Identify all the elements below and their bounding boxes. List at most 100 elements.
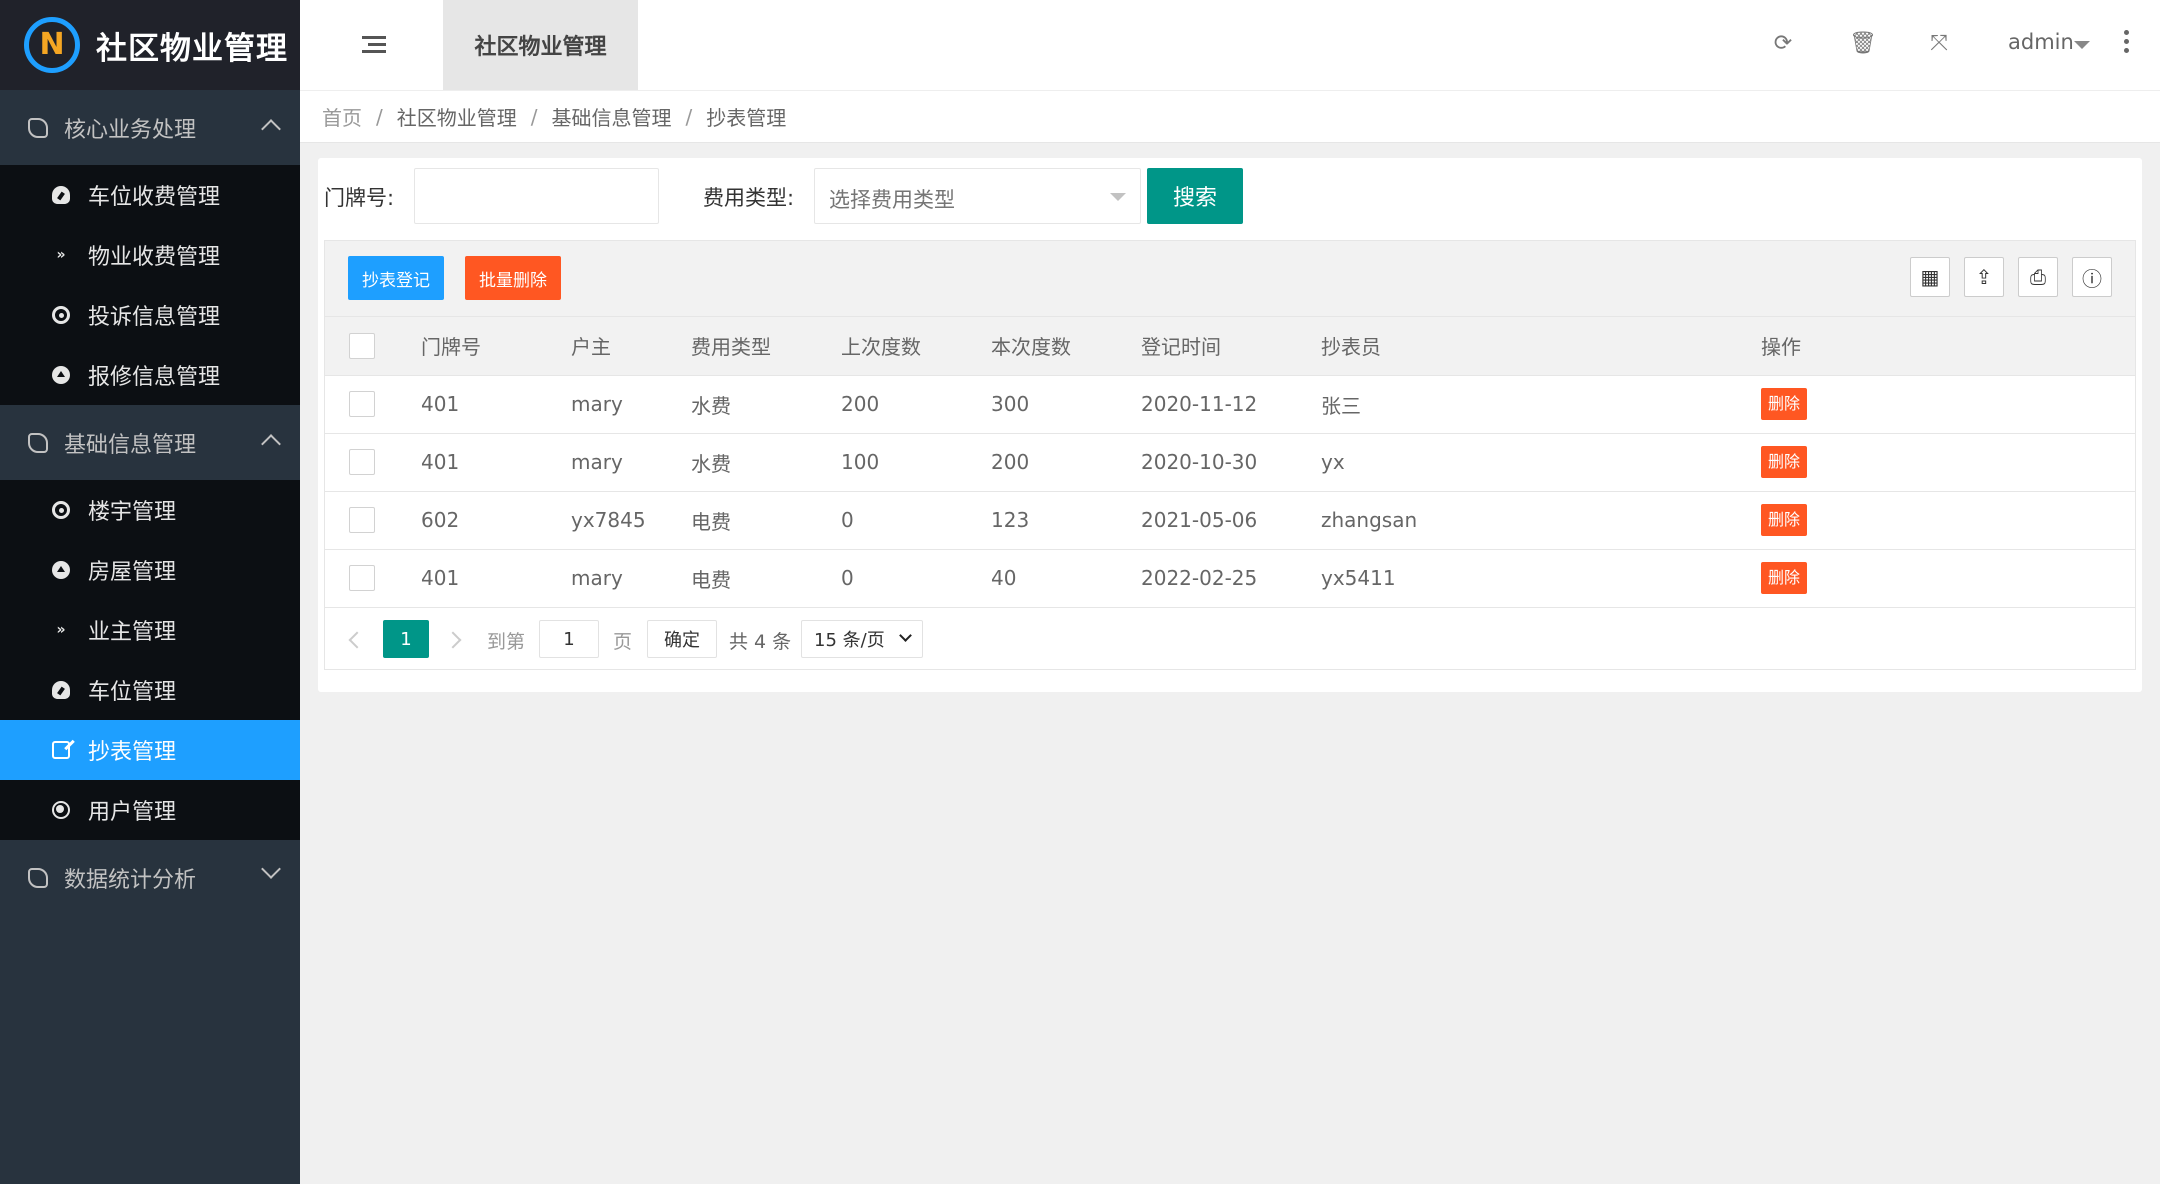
current-page[interactable]: 1 [383, 620, 429, 658]
register-button[interactable]: 抄表登记 [348, 256, 444, 300]
sidebar-item-buildings[interactable]: 楼宇管理 [0, 480, 300, 540]
tab-active[interactable]: 社区物业管理 [443, 0, 638, 90]
refresh-icon[interactable]: ⟳ [1771, 32, 1795, 56]
cell-door: 401 [421, 433, 571, 492]
cell-last: 0 [841, 549, 991, 608]
sidebar-item-meter-reading[interactable]: 抄表管理 [0, 720, 300, 780]
caret-down-icon[interactable] [2074, 41, 2090, 49]
goto-confirm-button[interactable]: 确定 [647, 620, 717, 658]
cell-reader: 张三 [1321, 375, 1761, 434]
nav-group-label: 数据统计分析 [64, 867, 197, 893]
row-checkbox[interactable] [349, 391, 375, 418]
sidebar-item-users[interactable]: 用户管理 [0, 780, 300, 840]
nav-sublist-core: 车位收费管理 » 物业收费管理 投诉信息管理 报修信息管理 [0, 165, 300, 405]
chevron-down-icon [899, 629, 912, 642]
user-menu[interactable]: admin [2008, 30, 2074, 54]
cell-current: 40 [991, 549, 1141, 608]
sidebar-item-repairs[interactable]: 报修信息管理 [0, 345, 300, 405]
edit-icon [52, 741, 70, 759]
cell-owner: mary [571, 549, 691, 608]
sidebar-item-label: 车位收费管理 [88, 185, 221, 210]
delete-button[interactable]: 删除 [1761, 562, 1808, 594]
search-button[interactable]: 搜索 [1147, 168, 1243, 224]
cell-date: 2021-05-06 [1141, 491, 1321, 550]
export-icon[interactable]: ⇪ [1964, 257, 2004, 297]
column-header[interactable]: 本次度数 [991, 317, 1141, 376]
page-size-select[interactable]: 15 条/页 [801, 620, 923, 658]
cell-last: 0 [841, 491, 991, 550]
page-unit-label: 页 [613, 631, 633, 653]
row-checkbox[interactable] [349, 507, 375, 534]
leaf-icon [28, 432, 48, 453]
breadcrumb-item[interactable]: 基础信息管理 [552, 102, 672, 131]
columns-icon[interactable]: ▦ [1910, 257, 1950, 297]
sidebar-item-parking[interactable]: 车位管理 [0, 660, 300, 720]
table-header-row: 门牌号 户主 费用类型 上次度数 本次度数 登记时间 抄表员 操作 [325, 317, 2135, 376]
meter-table: 门牌号 户主 费用类型 上次度数 本次度数 登记时间 抄表员 操作 401 ma… [325, 317, 2135, 608]
more-vertical-icon[interactable] [2124, 30, 2130, 57]
cell-door: 401 [421, 375, 571, 434]
cell-reader: yx [1321, 433, 1761, 492]
sidebar-item-label: 抄表管理 [88, 740, 177, 765]
nav-group-label: 核心业务处理 [64, 117, 197, 143]
delete-button[interactable]: 删除 [1761, 446, 1808, 478]
chevron-up-icon [261, 119, 281, 139]
column-header[interactable]: 门牌号 [421, 317, 571, 376]
print-icon[interactable]: ⎙ [2018, 257, 2058, 297]
sidebar-item-property-fee[interactable]: » 物业收费管理 [0, 225, 300, 285]
door-number-input[interactable] [414, 168, 659, 224]
nav-group-basic[interactable]: 基础信息管理 [0, 405, 300, 480]
column-header[interactable]: 费用类型 [691, 317, 841, 376]
column-header[interactable]: 上次度数 [841, 317, 991, 376]
cell-last: 100 [841, 433, 991, 492]
breadcrumb-home[interactable]: 首页 [322, 102, 362, 131]
sidebar-item-complaints[interactable]: 投诉信息管理 [0, 285, 300, 345]
fullscreen-icon[interactable]: ⤧ [1927, 32, 1951, 56]
trash-icon[interactable]: 🗑 [1849, 32, 1877, 56]
user-circle-icon [52, 801, 70, 819]
next-page-icon[interactable] [444, 631, 462, 649]
menu-toggle-icon[interactable] [362, 36, 386, 54]
table-row: 401 mary 水费 200 300 2020-11-12 张三 删除 [325, 375, 2135, 434]
cell-fee-type: 水费 [691, 375, 841, 434]
breadcrumb-item[interactable]: 社区物业管理 [397, 102, 517, 131]
sidebar-item-parking-fee[interactable]: 车位收费管理 [0, 165, 300, 225]
cell-door: 401 [421, 549, 571, 608]
table-row: 602 yx7845 电费 0 123 2021-05-06 zhangsan … [325, 491, 2135, 550]
column-header[interactable]: 登记时间 [1141, 317, 1321, 376]
caret-down-icon [1110, 193, 1126, 201]
target-circle-icon [52, 501, 70, 519]
row-checkbox[interactable] [349, 565, 375, 592]
info-icon[interactable]: ⓘ [2072, 257, 2112, 297]
gauge-icon [52, 681, 70, 699]
nav-group-stats[interactable]: 数据统计分析 [0, 840, 300, 915]
caret-circle-icon [52, 561, 70, 579]
cell-current: 123 [991, 491, 1141, 550]
cell-owner: mary [571, 433, 691, 492]
sidebar-item-houses[interactable]: 房屋管理 [0, 540, 300, 600]
logo-icon: N [24, 17, 80, 73]
prev-page-icon[interactable] [348, 631, 366, 649]
logo-area: N 社区物业管理 [0, 0, 300, 90]
row-checkbox[interactable] [349, 449, 375, 476]
column-header[interactable]: 户主 [571, 317, 691, 376]
delete-button[interactable]: 删除 [1761, 504, 1808, 536]
sidebar-item-label: 物业收费管理 [88, 245, 221, 270]
goto-page-input[interactable]: 1 [539, 620, 599, 658]
nav-group-core[interactable]: 核心业务处理 [0, 90, 300, 165]
table-row: 401 mary 水费 100 200 2020-10-30 yx 删除 [325, 433, 2135, 492]
top-header: 社区物业管理 ⟳ 🗑 ⤧ admin [300, 0, 2160, 90]
cell-fee-type: 电费 [691, 491, 841, 550]
chevron-up-icon [261, 434, 281, 454]
delete-button[interactable]: 删除 [1761, 388, 1808, 420]
sidebar: N 社区物业管理 核心业务处理 车位收费管理 » 物业收费管理 投诉信息管理 报… [0, 0, 300, 1184]
select-all-checkbox[interactable] [349, 333, 375, 359]
column-header: 操作 [1761, 317, 2135, 376]
caret-circle-icon [52, 366, 70, 384]
sidebar-item-owners[interactable]: » 业主管理 [0, 600, 300, 660]
pagination: 1 到第 1 页 确定 共 4 条 15 条/页 [325, 610, 2135, 668]
batch-delete-button[interactable]: 批量删除 [465, 256, 561, 300]
fee-type-select[interactable]: 选择费用类型 [814, 168, 1141, 224]
column-header[interactable]: 抄表员 [1321, 317, 1761, 376]
table-toolbar: 抄表登记 批量删除 ▦ ⇪ ⎙ ⓘ [325, 241, 2135, 317]
